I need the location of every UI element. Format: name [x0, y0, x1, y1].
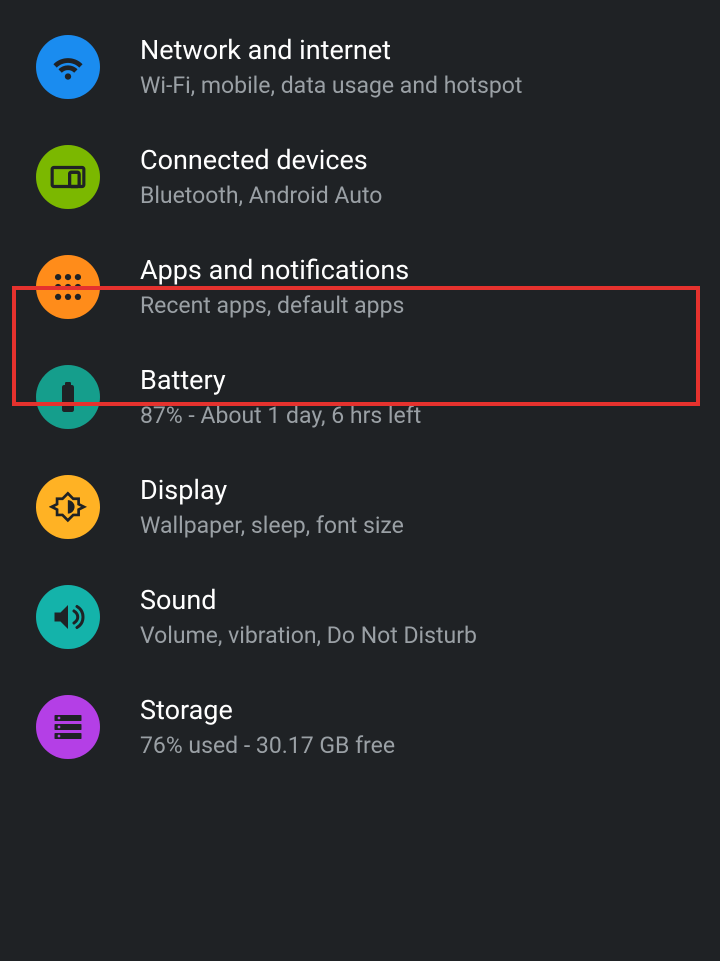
settings-item-title: Battery [140, 364, 421, 396]
settings-item-title: Connected devices [140, 144, 382, 176]
storage-icon [36, 695, 100, 759]
settings-item-subtitle: Recent apps, default apps [140, 292, 409, 320]
settings-item-display[interactable]: Display Wallpaper, sleep, font size [0, 452, 720, 562]
settings-item-storage[interactable]: Storage 76% used - 30.17 GB free [0, 672, 720, 782]
battery-icon [36, 365, 100, 429]
settings-item-subtitle: Volume, vibration, Do Not Disturb [140, 622, 477, 650]
settings-item-subtitle: 76% used - 30.17 GB free [140, 732, 395, 760]
settings-item-subtitle: Wi-Fi, mobile, data usage and hotspot [140, 72, 522, 100]
settings-item-title: Apps and notifications [140, 254, 409, 286]
apps-icon [36, 255, 100, 319]
settings-item-battery[interactable]: Battery 87% - About 1 day, 6 hrs left [0, 342, 720, 452]
settings-item-title: Network and internet [140, 34, 522, 66]
settings-item-network[interactable]: Network and internet Wi-Fi, mobile, data… [0, 12, 720, 122]
settings-item-title: Display [140, 474, 404, 506]
sound-icon [36, 585, 100, 649]
settings-item-connected-devices[interactable]: Connected devices Bluetooth, Android Aut… [0, 122, 720, 232]
settings-item-sound[interactable]: Sound Volume, vibration, Do Not Disturb [0, 562, 720, 672]
settings-item-subtitle: Wallpaper, sleep, font size [140, 512, 404, 540]
settings-item-title: Sound [140, 584, 477, 616]
wifi-icon [36, 35, 100, 99]
brightness-icon [36, 475, 100, 539]
settings-item-apps[interactable]: Apps and notifications Recent apps, defa… [0, 232, 720, 342]
settings-item-title: Storage [140, 694, 395, 726]
settings-item-subtitle: 87% - About 1 day, 6 hrs left [140, 402, 421, 430]
devices-icon [36, 145, 100, 209]
settings-list: Network and internet Wi-Fi, mobile, data… [0, 0, 720, 782]
settings-item-subtitle: Bluetooth, Android Auto [140, 182, 382, 210]
